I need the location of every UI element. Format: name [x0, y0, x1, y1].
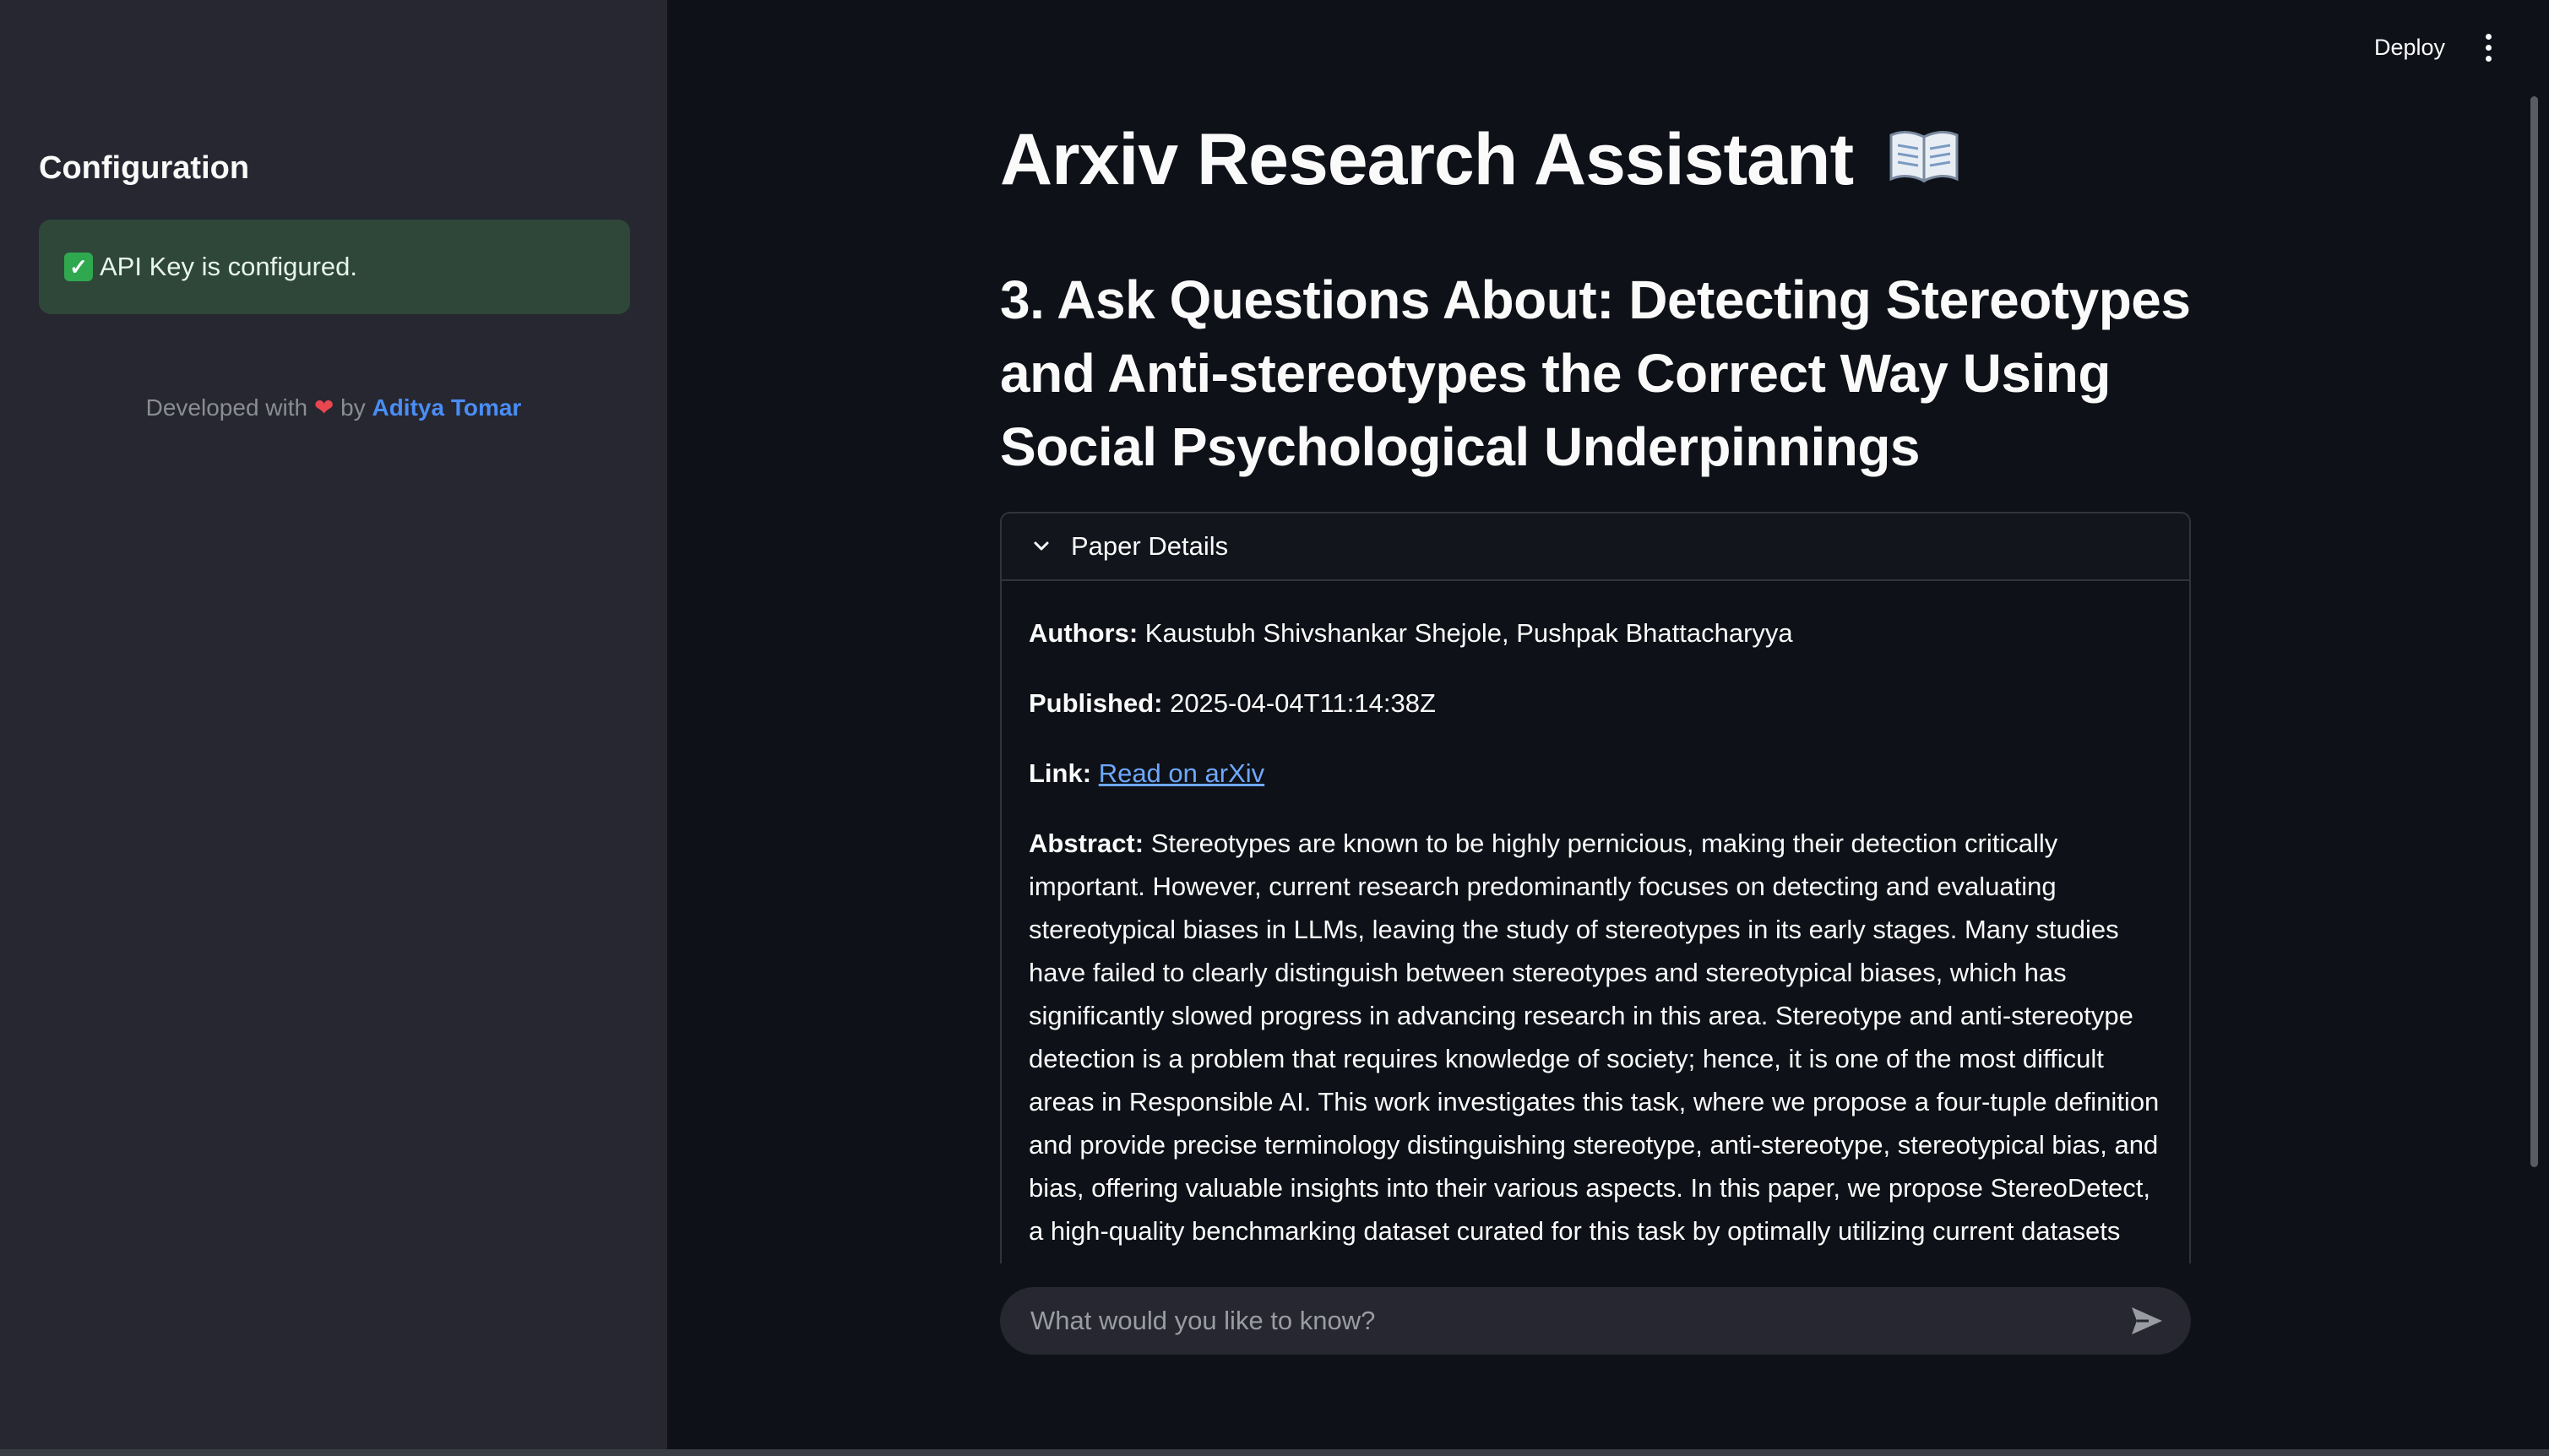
link-row: Link: Read on arXiv	[1029, 752, 2162, 795]
page-title-text: Arxiv Research Assistant	[1000, 119, 1854, 200]
credit-prefix: Developed with	[145, 394, 308, 421]
sidebar-title: Configuration	[39, 150, 250, 186]
abstract-value: Stereotypes are known to be highly perni…	[1029, 829, 2160, 1263]
chevron-down-icon	[1029, 534, 1054, 559]
credit-by: by	[340, 394, 366, 421]
api-key-status-text: API Key is configured.	[100, 252, 357, 281]
arxiv-link[interactable]: Read on arXiv	[1099, 758, 1264, 788]
authors-row: Authors: Kaustubh Shivshankar Shejole, P…	[1029, 611, 2162, 655]
chat-input-container	[1000, 1287, 2191, 1355]
authors-label: Authors:	[1029, 618, 1139, 648]
page-title: Arxiv Research Assistant	[1000, 118, 1960, 207]
check-mark-icon: ✓	[64, 253, 93, 281]
paper-details-body: Authors: Kaustubh Shivshankar Shejole, P…	[1002, 581, 2189, 1263]
abstract-label: Abstract:	[1029, 829, 1144, 858]
heart-icon: ❤	[313, 394, 334, 421]
link-label: Link:	[1029, 758, 1092, 788]
published-value: 2025-04-04T11:14:38Z	[1170, 688, 1436, 718]
section-heading: 3. Ask Questions About: Detecting Stereo…	[1000, 269, 2191, 477]
paper-details-toggle[interactable]: Paper Details	[1002, 513, 2189, 581]
abstract-row: Abstract: Stereotypes are known to be hi…	[1029, 822, 2162, 1263]
sidebar: Configuration ✓ API Key is configured. D…	[0, 0, 667, 1449]
authors-value: Kaustubh Shivshankar Shejole, Pushpak Bh…	[1144, 618, 1793, 648]
app-window: Configuration ✓ API Key is configured. D…	[0, 0, 2549, 1456]
author-link[interactable]: Aditya Tomar	[372, 394, 521, 421]
api-key-status-alert: ✓ API Key is configured.	[39, 220, 630, 314]
published-label: Published:	[1029, 688, 1163, 718]
expander-title: Paper Details	[1071, 531, 1229, 561]
published-row: Published: 2025-04-04T11:14:38Z	[1029, 682, 2162, 725]
developer-credit: Developed with ❤ by Aditya Tomar	[0, 394, 667, 421]
kebab-menu-icon[interactable]	[2471, 29, 2505, 66]
chat-input[interactable]	[1029, 1305, 2128, 1337]
open-book-icon	[1888, 118, 1960, 202]
paper-details-expander: Paper Details Authors: Kaustubh Shivshan…	[1000, 512, 2191, 1263]
main-scrollbar[interactable]	[2530, 96, 2538, 1167]
deploy-button[interactable]: Deploy	[2356, 25, 2463, 69]
send-icon[interactable]	[2128, 1302, 2166, 1339]
